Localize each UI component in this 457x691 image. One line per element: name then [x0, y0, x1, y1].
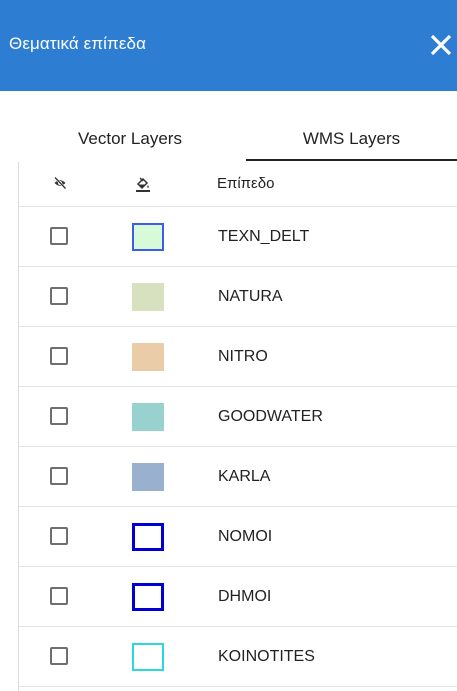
layer-name: DHMOI [218, 588, 272, 605]
visibility-checkbox[interactable] [50, 227, 68, 245]
layer-name: GOODWATER [218, 408, 323, 425]
layer-name: NOMOI [218, 528, 273, 545]
eye-slash-icon [53, 176, 67, 195]
table-row: NITRO [19, 327, 457, 387]
visibility-checkbox[interactable] [50, 407, 68, 425]
panel-header: Θεματικά επίπεδα [0, 0, 457, 91]
visibility-checkbox[interactable] [50, 467, 68, 485]
table-row: DHMOI [19, 567, 457, 627]
panel-title: Θεματικά επίπεδα [9, 34, 147, 53]
close-button[interactable] [428, 31, 454, 59]
layers-table: Επίπεδο TEXN_DELT NATURA NITRO GOODWATER… [18, 162, 457, 691]
visibility-checkbox[interactable] [50, 287, 68, 305]
table-header: Επίπεδο [19, 162, 457, 207]
layer-tabs: Vector Layers WMS Layers [0, 118, 457, 162]
style-swatch[interactable] [132, 223, 164, 251]
visibility-checkbox[interactable] [50, 647, 68, 665]
active-tab-indicator [246, 159, 457, 161]
visibility-checkbox[interactable] [50, 347, 68, 365]
tab-wms-layers[interactable]: WMS Layers [246, 118, 457, 160]
tab-vector-layers[interactable]: Vector Layers [30, 118, 230, 160]
visibility-checkbox[interactable] [50, 527, 68, 545]
layer-column-header: Επίπεδο [217, 175, 275, 192]
table-row: KOINOTITES [19, 627, 457, 687]
table-row: GOODWATER [19, 387, 457, 447]
style-swatch[interactable] [132, 343, 164, 371]
style-swatch[interactable] [132, 283, 164, 311]
layer-name: NITRO [218, 348, 268, 365]
layer-name: TEXN_DELT [218, 228, 310, 245]
style-swatch[interactable] [132, 523, 164, 551]
layer-name: NATURA [218, 288, 283, 305]
table-row: KARLA [19, 447, 457, 507]
close-icon [430, 34, 452, 56]
paint-bucket-icon [135, 176, 151, 197]
style-swatch[interactable] [132, 403, 164, 431]
style-swatch[interactable] [132, 643, 164, 671]
visibility-checkbox[interactable] [50, 587, 68, 605]
table-row: NOMOI [19, 507, 457, 567]
style-swatch[interactable] [132, 463, 164, 491]
table-row: TEXN_DELT [19, 207, 457, 267]
style-swatch[interactable] [132, 583, 164, 611]
layer-name: KOINOTITES [218, 648, 315, 665]
table-row: NATURA [19, 267, 457, 327]
layer-name: KARLA [218, 468, 271, 485]
